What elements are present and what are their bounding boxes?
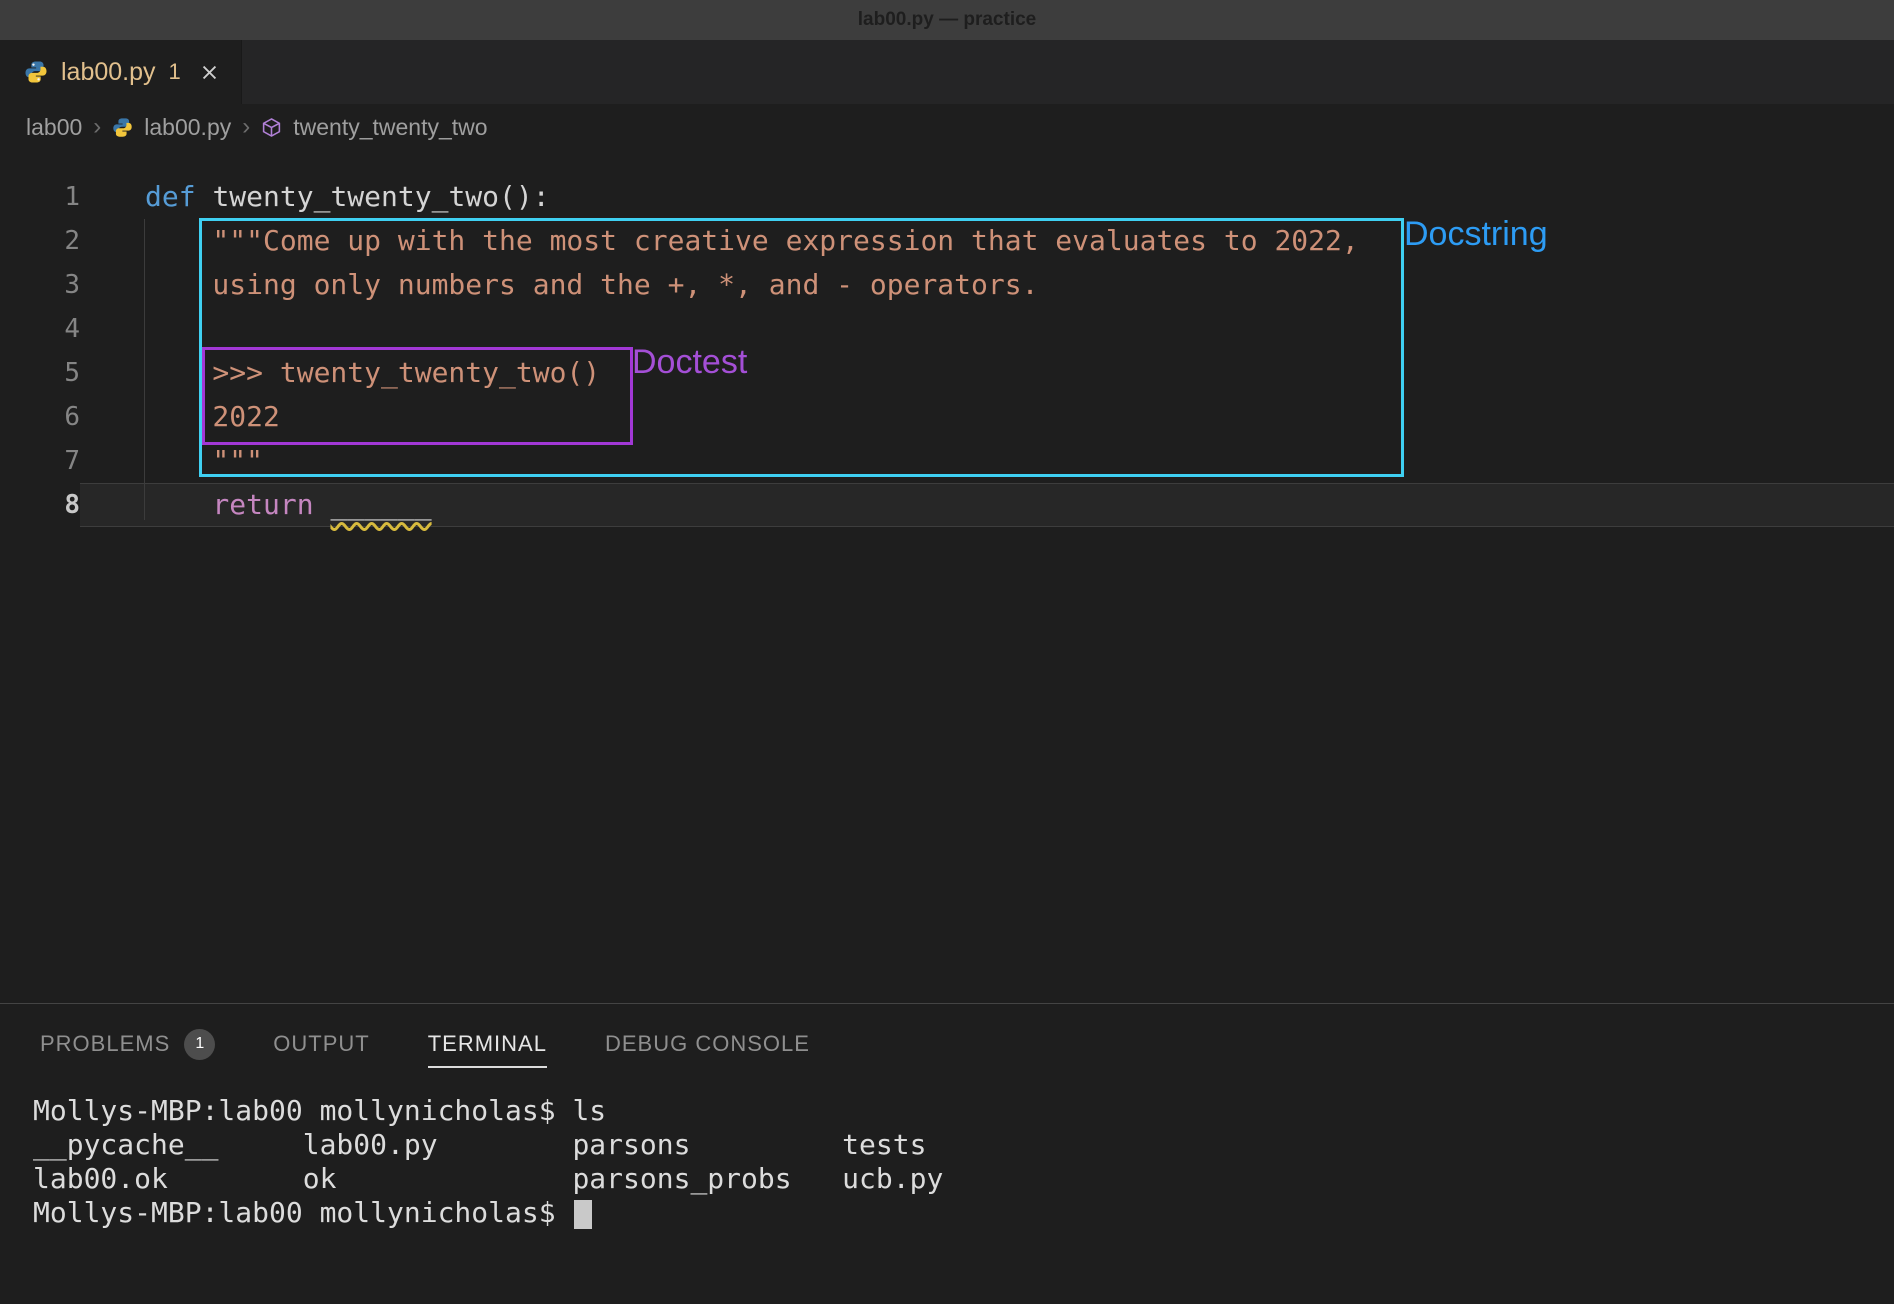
panel-tab-label: DEBUG CONSOLE	[605, 1031, 810, 1057]
bottom-panel: PROBLEMS 1 OUTPUT TERMINAL DEBUG CONSOLE…	[0, 1003, 1894, 1304]
python-icon	[24, 60, 48, 84]
code-editor: 1 def twenty_twenty_two(): 2 """Come up …	[0, 150, 1894, 1003]
breadcrumb: lab00 › lab00.py › twenty_twenty_two	[0, 104, 1894, 150]
code-text[interactable]: """	[80, 439, 1894, 483]
blank-placeholder: ______	[330, 488, 431, 521]
tab-modified-count: 1	[169, 59, 181, 85]
tab-filename: lab00.py	[61, 58, 156, 87]
tab-bar: lab00.py 1	[0, 40, 1894, 104]
code-line-6: 6 2022	[0, 395, 1894, 439]
terminal[interactable]: Mollys-MBP:lab00 mollynicholas$ ls __pyc…	[0, 1084, 1894, 1230]
panel-tab-bar: PROBLEMS 1 OUTPUT TERMINAL DEBUG CONSOLE	[0, 1004, 1894, 1084]
code-line-3: 3 using only numbers and the +, *, and -…	[0, 263, 1894, 307]
code-line-7: 7 """	[0, 439, 1894, 483]
code-text[interactable]: 2022	[80, 395, 1894, 439]
line-number: 5	[0, 351, 80, 395]
terminal-prompt-line: Mollys-MBP:lab00 mollynicholas$	[33, 1196, 1894, 1230]
breadcrumb-item-file[interactable]: lab00.py	[144, 114, 231, 141]
chevron-right-icon: ›	[93, 113, 101, 141]
terminal-line: lab00.ok ok parsons_probs ucb.py	[33, 1162, 1894, 1196]
terminal-cursor	[574, 1200, 592, 1229]
code-text[interactable]: return ______	[80, 483, 1894, 527]
line-number: 6	[0, 395, 80, 439]
code-area: 1 def twenty_twenty_two(): 2 """Come up …	[0, 150, 1894, 527]
panel-tab-debug-console[interactable]: DEBUG CONSOLE	[605, 1031, 810, 1057]
tab-lab00py[interactable]: lab00.py 1	[0, 40, 242, 104]
code-text[interactable]	[80, 307, 1894, 351]
panel-tab-label: TERMINAL	[428, 1031, 547, 1068]
line-number: 2	[0, 219, 80, 263]
line-number: 8	[0, 483, 80, 527]
breadcrumb-item-lab00[interactable]: lab00	[26, 114, 82, 141]
window-title: lab00.py — practice	[858, 9, 1036, 31]
panel-tab-label: OUTPUT	[273, 1031, 369, 1057]
line-number: 4	[0, 307, 80, 351]
line-number: 3	[0, 263, 80, 307]
code-line-8: 8 return ______	[0, 483, 1894, 527]
breadcrumb-item-symbol[interactable]: twenty_twenty_two	[293, 114, 487, 141]
code-text[interactable]: >>> twenty_twenty_two()	[80, 351, 1894, 395]
terminal-line: Mollys-MBP:lab00 mollynicholas$ ls	[33, 1094, 1894, 1128]
code-line-2: 2 """Come up with the most creative expr…	[0, 219, 1894, 263]
panel-tab-label: PROBLEMS	[40, 1031, 170, 1057]
code-line-1: 1 def twenty_twenty_two():	[0, 175, 1894, 219]
panel-tab-output[interactable]: OUTPUT	[273, 1031, 369, 1057]
python-file-icon	[112, 117, 133, 138]
chevron-right-icon: ›	[242, 113, 250, 141]
code-text[interactable]: using only numbers and the +, *, and - o…	[80, 263, 1894, 307]
code-line-4: 4	[0, 307, 1894, 351]
titlebar: lab00.py — practice	[0, 0, 1894, 40]
terminal-prompt: Mollys-MBP:lab00 mollynicholas$	[33, 1196, 572, 1229]
symbol-cube-icon	[261, 117, 282, 138]
line-number: 7	[0, 439, 80, 483]
problems-count-badge: 1	[184, 1029, 215, 1060]
code-line-5: 5 >>> twenty_twenty_two()	[0, 351, 1894, 395]
panel-tab-problems[interactable]: PROBLEMS 1	[40, 1029, 215, 1060]
terminal-line: __pycache__ lab00.py parsons tests	[33, 1128, 1894, 1162]
code-text[interactable]: """Come up with the most creative expres…	[80, 219, 1894, 263]
vscode-window: lab00.py — practice lab00.py 1 lab0	[0, 0, 1894, 1304]
line-number: 1	[0, 175, 80, 219]
tab-close-icon[interactable]	[200, 63, 219, 82]
indent-guide	[144, 219, 145, 520]
panel-tab-terminal[interactable]: TERMINAL	[428, 1031, 547, 1057]
code-text[interactable]: def twenty_twenty_two():	[80, 175, 1894, 219]
